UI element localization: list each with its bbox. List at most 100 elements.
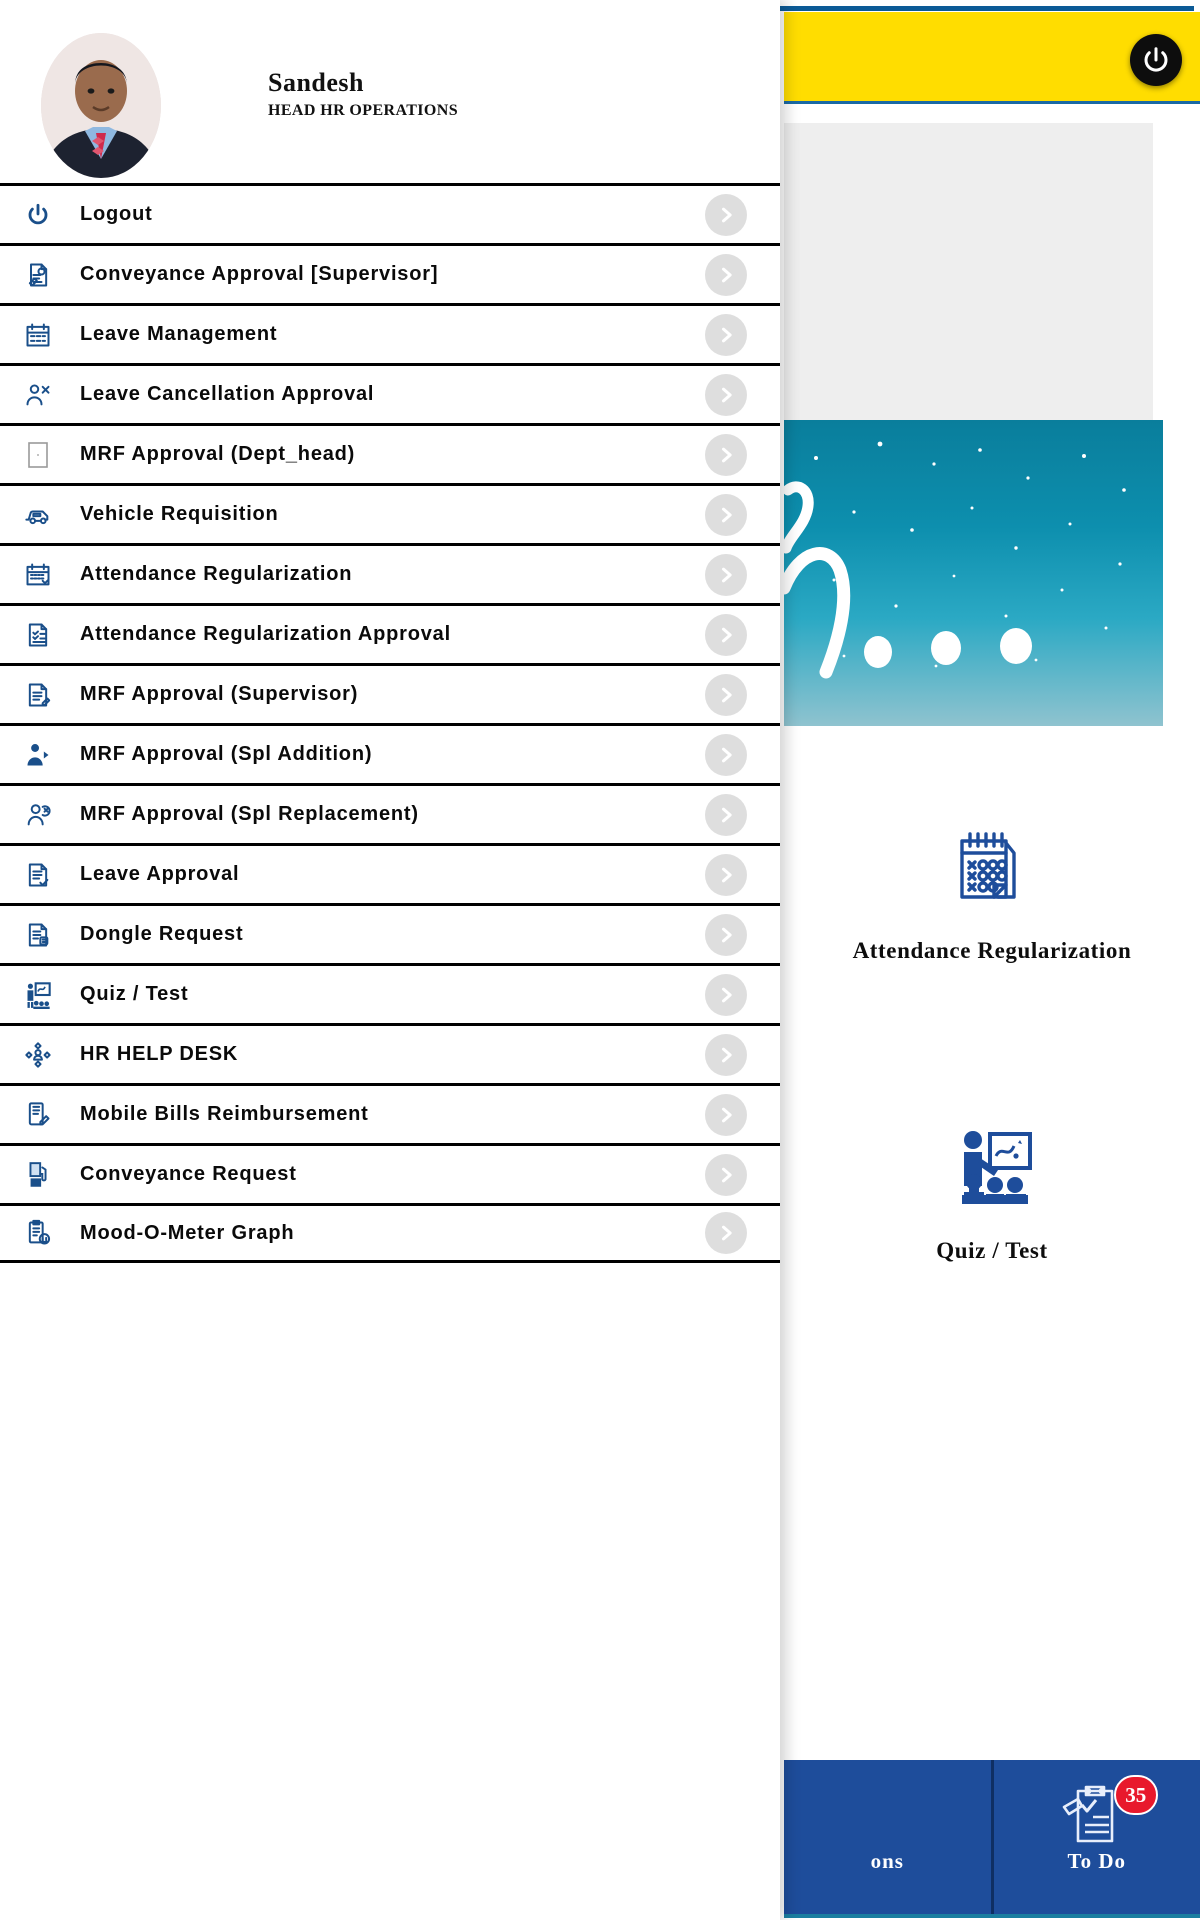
menu-item-label: MRF Approval (Spl Replacement) (80, 803, 419, 825)
chevron-right-icon[interactable] (705, 193, 747, 236)
menu-item[interactable]: Dongle Request (0, 903, 780, 963)
menu-item-label: Conveyance Approval [Supervisor] (80, 263, 439, 285)
user-cancel-icon (14, 376, 62, 414)
status-badge: 35 (1113, 1775, 1158, 1815)
menu-item[interactable]: Mood-O-Meter Graph (0, 1203, 780, 1263)
menu-item-label: Dongle Request (80, 923, 244, 945)
menu-item[interactable]: Logout (0, 183, 780, 243)
chevron-right-icon[interactable] (705, 1153, 747, 1196)
chevron-right-icon[interactable] (705, 1212, 747, 1254)
user-replace-icon (14, 796, 62, 834)
menu-item-label: Mobile Bills Reimbursement (80, 1103, 369, 1125)
fuel-pump-icon (14, 1156, 62, 1194)
tile-label: Attendance Regularization (852, 938, 1132, 963)
document-pen-icon (14, 676, 62, 714)
chevron-right-icon[interactable] (705, 733, 747, 776)
menu-item-label: MRF Approval (Spl Addition) (80, 743, 373, 765)
power-icon (14, 196, 62, 234)
menu-item-label: Attendance Regularization (80, 563, 353, 585)
menu-item[interactable]: MRF Approval (Spl Addition) (0, 723, 780, 783)
nav-item-todo[interactable]: 35 To Do (990, 1760, 1200, 1914)
chevron-right-icon[interactable] (705, 1093, 747, 1136)
menu-item-label: Leave Management (80, 323, 278, 345)
chevron-right-icon[interactable] (705, 373, 747, 416)
menu-item[interactable]: MRF Approval (Spl Replacement) (0, 783, 780, 843)
menu-item-label: Quiz / Test (80, 983, 189, 1005)
banner-placeholder (784, 123, 1153, 428)
mood-meter-icon (14, 1214, 62, 1252)
menu-item-label: Leave Cancellation Approval (80, 383, 375, 405)
badge-count: 35 (1125, 1782, 1147, 1807)
navigation-drawer: Sandesh HEAD HR OPERATIONS Logout Conveya… (0, 0, 780, 1920)
chevron-right-icon[interactable] (705, 1033, 747, 1076)
nav-item-applications[interactable]: ons (784, 1760, 991, 1914)
calendar-icon (14, 556, 62, 594)
chevron-right-icon[interactable] (705, 913, 747, 956)
menu-item-label: MRF Approval (Dept_head) (80, 443, 356, 465)
app-root: Attendance Regularization Quiz / Test on… (0, 0, 1200, 1920)
chevron-right-icon[interactable] (705, 613, 747, 656)
chevron-right-icon[interactable] (705, 313, 747, 356)
app-header-bar (784, 12, 1200, 104)
user-add-icon (14, 736, 62, 774)
menu-item-label: Attendance Regularization Approval (80, 623, 451, 645)
banner-photo (784, 420, 1163, 726)
help-desk-icon (14, 1036, 62, 1074)
chevron-right-icon[interactable] (705, 673, 747, 716)
menu-item-label: Logout (80, 203, 153, 225)
drawer-menu-list: Logout Conveyance Approval [Supervisor] Le… (0, 183, 780, 1263)
menu-item[interactable]: HR HELP DESK (0, 1023, 780, 1083)
chevron-right-icon[interactable] (705, 433, 747, 476)
menu-item[interactable]: Vehicle Requisition (0, 483, 780, 543)
nav-item-label: To Do (1067, 1849, 1126, 1873)
menu-item-label: Mood-O-Meter Graph (80, 1221, 295, 1244)
menu-item[interactable]: Conveyance Request (0, 1143, 780, 1203)
nav-item-label: ons (870, 1849, 904, 1873)
mobile-bill-icon (14, 1096, 62, 1134)
bottom-navigation-bar: ons 35 To Do (784, 1760, 1200, 1918)
chevron-right-icon[interactable] (705, 973, 747, 1016)
menu-item[interactable]: Mobile Bills Reimbursement (0, 1083, 780, 1143)
dongle-page-icon (14, 916, 62, 954)
menu-item[interactable]: Conveyance Approval [Supervisor] (0, 243, 780, 303)
tile-quiz-test[interactable]: Quiz / Test (784, 1120, 1200, 1264)
classroom-presenter-icon (784, 1120, 1200, 1216)
avatar (41, 33, 161, 178)
chevron-right-icon[interactable] (705, 793, 747, 836)
menu-item[interactable]: MRF Approval (Supervisor) (0, 663, 780, 723)
menu-item[interactable]: MRF Approval (Dept_head) (0, 423, 780, 483)
drawer-profile-header: Sandesh HEAD HR OPERATIONS (0, 0, 780, 183)
chevron-right-icon[interactable] (705, 553, 747, 596)
menu-item-label: HR HELP DESK (80, 1043, 239, 1065)
chevron-right-icon[interactable] (705, 253, 747, 296)
todo-clipboard-icon: 35 (1060, 1775, 1158, 1845)
power-button[interactable] (1130, 34, 1182, 86)
user-role: HEAD HR OPERATIONS (268, 102, 459, 119)
main-content-pane: Attendance Regularization Quiz / Test (784, 110, 1200, 1760)
vehicle-icon (14, 496, 62, 534)
chevron-right-icon[interactable] (705, 493, 747, 536)
menu-item-label: Leave Approval (80, 863, 240, 885)
menu-item[interactable]: Leave Cancellation Approval (0, 363, 780, 423)
menu-item-label: Conveyance Request (80, 1163, 297, 1185)
calendar-grid-icon (14, 316, 62, 354)
attendance-calendar-icon (784, 820, 1200, 916)
user-info: Sandesh HEAD HR OPERATIONS (268, 68, 458, 120)
menu-item-label: MRF Approval (Supervisor) (80, 683, 359, 705)
document-approval-icon (14, 256, 62, 294)
user-name: Sandesh (268, 68, 364, 97)
document-check-icon (14, 856, 62, 894)
tile-attendance-regularization[interactable]: Attendance Regularization (784, 820, 1200, 964)
power-icon (1141, 45, 1171, 75)
checklist-page-icon (14, 616, 62, 654)
chevron-right-icon[interactable] (705, 853, 747, 896)
menu-item[interactable]: Attendance Regularization Approval (0, 603, 780, 663)
presenter-icon (14, 976, 62, 1014)
tile-label: Quiz / Test (936, 1238, 1048, 1263)
menu-item[interactable]: Leave Approval (0, 843, 780, 903)
menu-item[interactable]: Leave Management (0, 303, 780, 363)
menu-item[interactable]: Quiz / Test (0, 963, 780, 1023)
menu-item[interactable]: Attendance Regularization (0, 543, 780, 603)
menu-item-label: Vehicle Requisition (80, 503, 279, 525)
blank-page-icon (14, 436, 62, 474)
